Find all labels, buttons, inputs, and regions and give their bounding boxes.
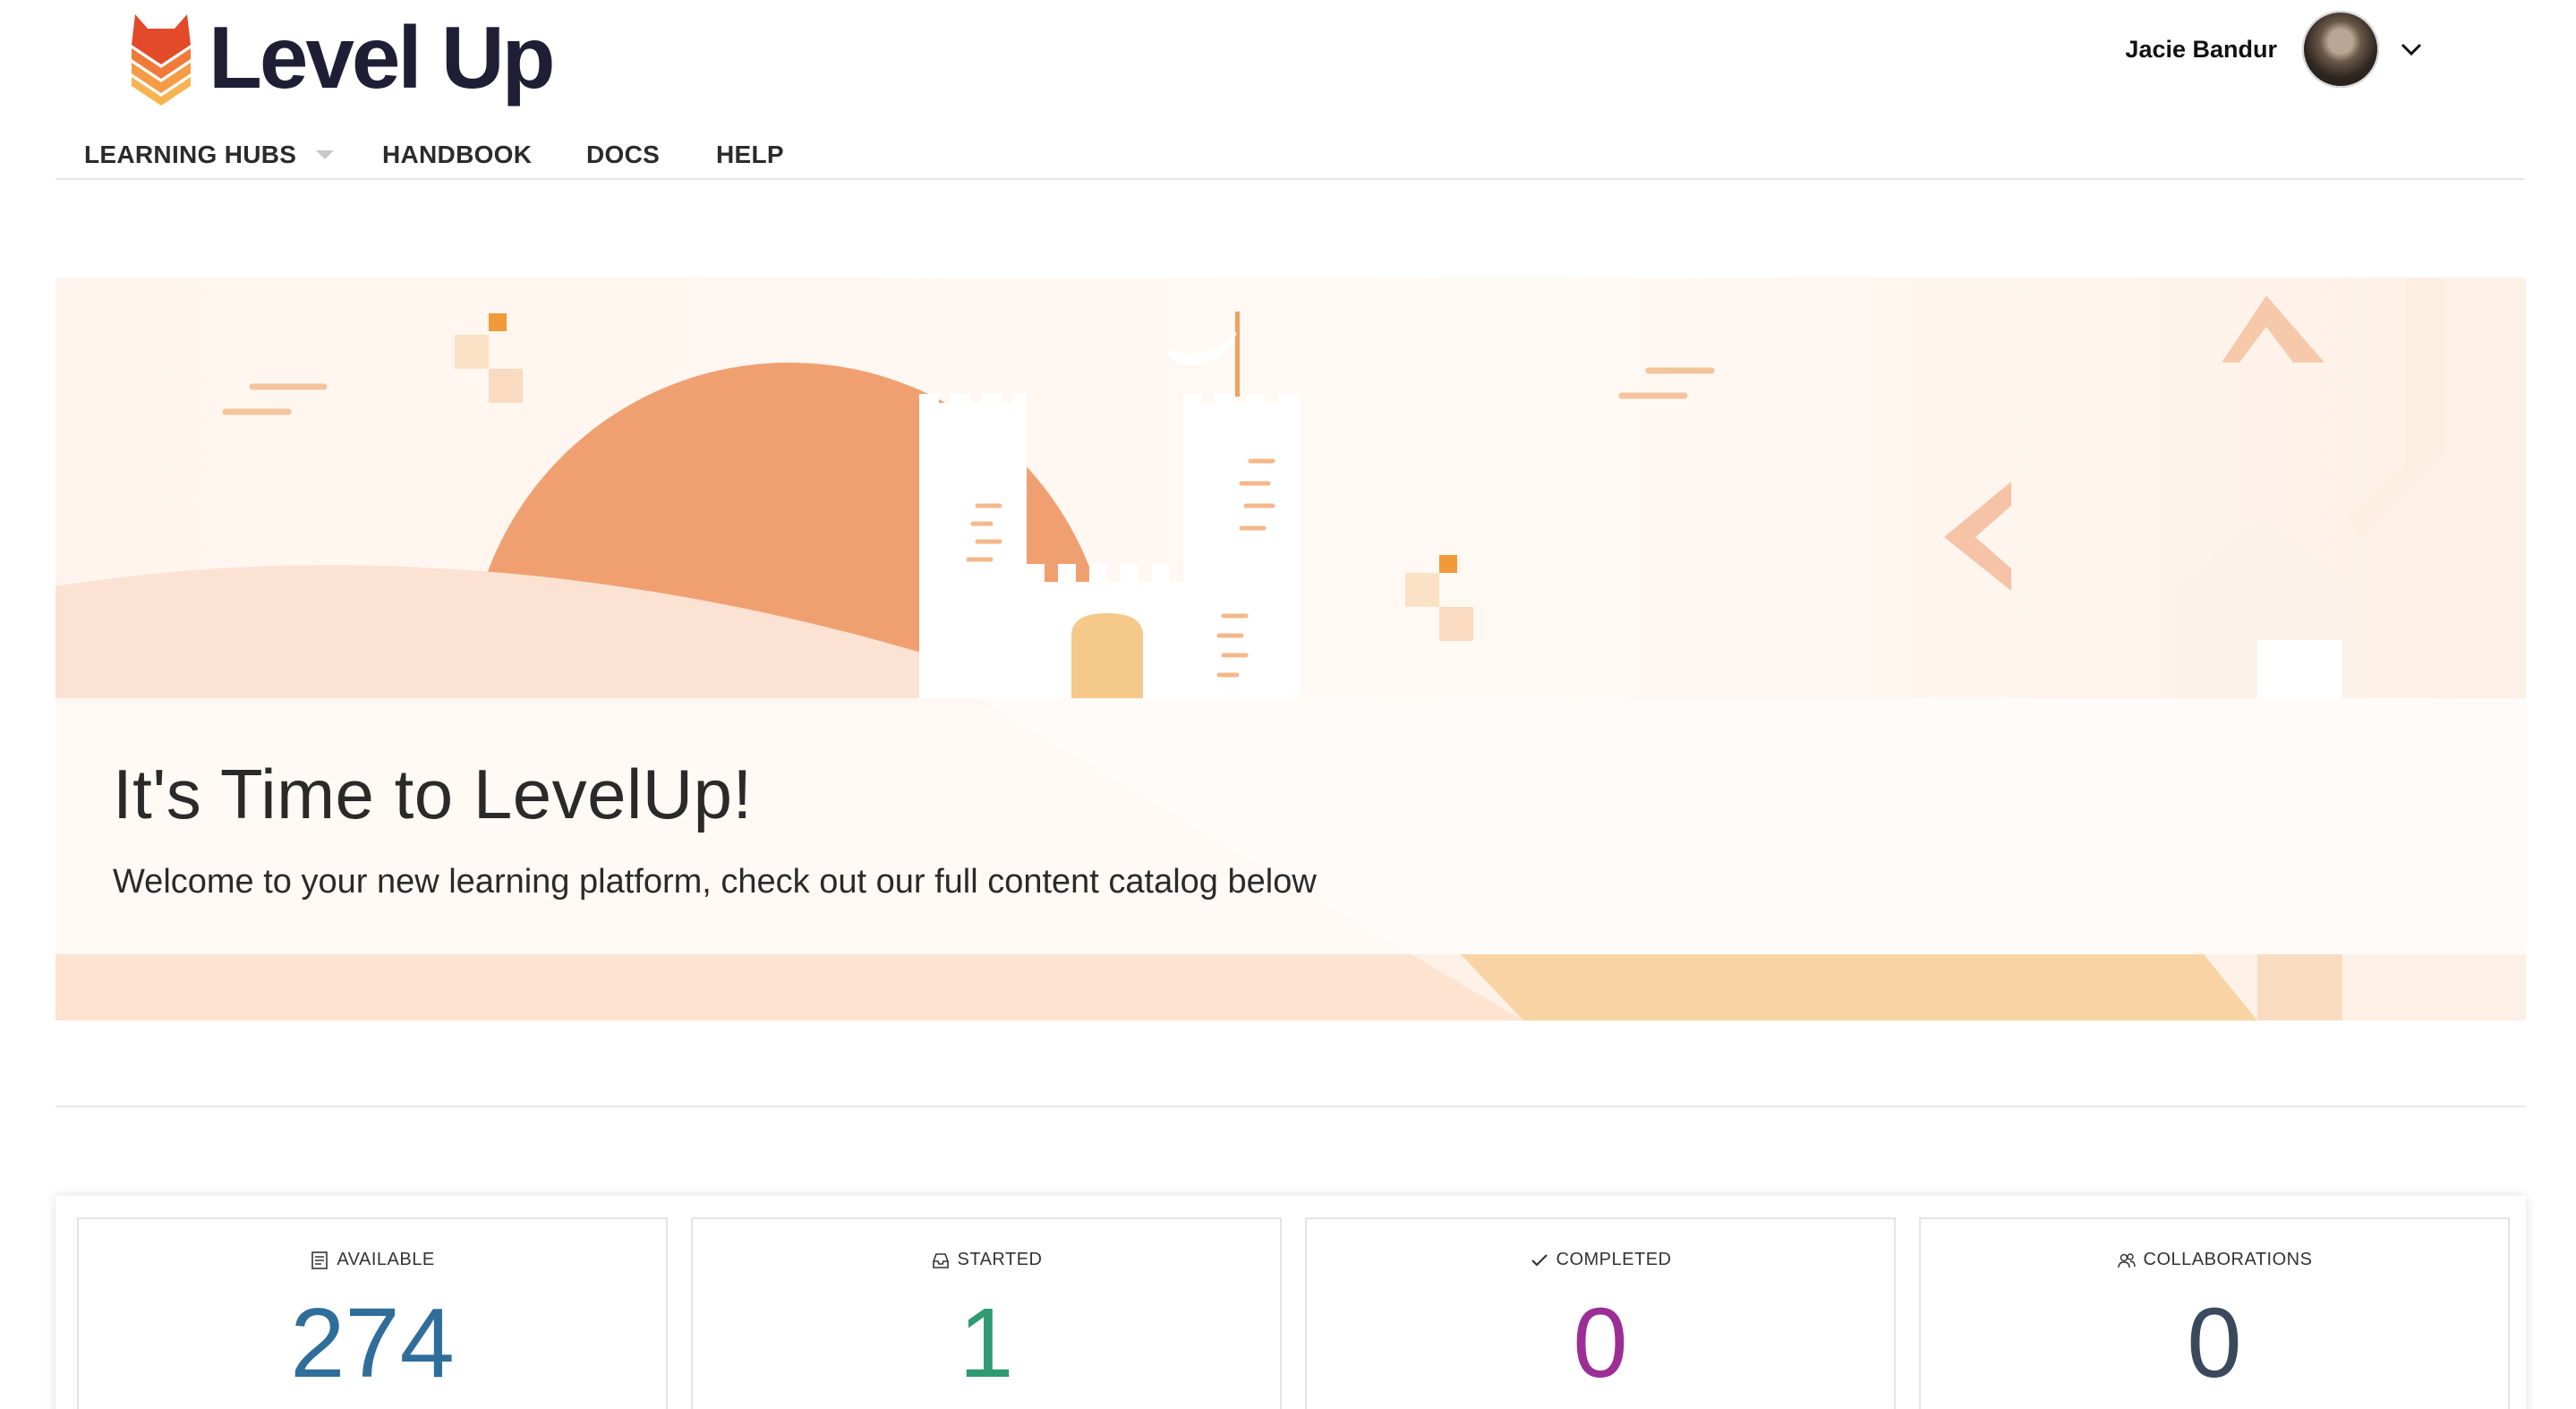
stat-label: AVAILABLE <box>337 1250 435 1269</box>
stat-label: COLLABORATIONS <box>2143 1250 2313 1269</box>
check-icon <box>1531 1253 1548 1267</box>
users-icon <box>2117 1252 2136 1268</box>
hero-banner: It's Time to LevelUp! Welcome to your ne… <box>55 278 2526 1020</box>
nav-handbook[interactable]: HANDBOOK <box>382 141 532 169</box>
logo[interactable]: Level Up <box>130 8 555 107</box>
chevron-down-icon[interactable] <box>2399 37 2424 62</box>
stat-label-row: COMPLETED <box>1307 1250 1894 1270</box>
nav-handbook-label: HANDBOOK <box>382 141 533 168</box>
user-name[interactable]: Jacie Bandur <box>2125 36 2277 64</box>
stat-label: STARTED <box>957 1250 1043 1269</box>
nav-help-label: HELP <box>716 141 784 168</box>
stat-value-collaborations: 0 <box>2187 1288 2242 1398</box>
user-menu[interactable]: Jacie Bandur <box>2125 11 2424 88</box>
hero-title: It's Time to LevelUp! <box>113 755 753 833</box>
catalog-icon <box>311 1251 328 1269</box>
caret-down-icon <box>316 150 335 159</box>
nav-learning-hubs-label: LEARNING HUBS <box>84 141 297 168</box>
stat-label-row: COLLABORATIONS <box>1921 1250 2508 1270</box>
nav-docs-label: DOCS <box>586 141 661 168</box>
main-nav: LEARNING HUBS HANDBOOK DOCS HELP <box>55 130 2524 180</box>
stat-label-row: AVAILABLE <box>79 1250 666 1270</box>
stat-value-available: 274 <box>290 1288 455 1398</box>
logo-text: Level Up <box>209 8 555 107</box>
stat-label: COMPLETED <box>1556 1250 1672 1269</box>
inbox-icon <box>932 1252 949 1268</box>
nav-learning-hubs[interactable]: LEARNING HUBS <box>84 141 335 169</box>
stat-card-started[interactable]: STARTED 1 <box>691 1217 1282 1409</box>
stat-card-completed[interactable]: COMPLETED 0 <box>1305 1217 1896 1409</box>
avatar[interactable] <box>2302 11 2379 88</box>
stat-label-row: STARTED <box>693 1250 1280 1270</box>
stat-card-available[interactable]: AVAILABLE 274 <box>77 1217 668 1409</box>
stat-value-completed: 0 <box>1573 1288 1628 1398</box>
nav-docs[interactable]: DOCS <box>586 141 660 169</box>
stat-card-collaborations[interactable]: COLLABORATIONS 0 <box>1919 1217 2510 1409</box>
hero-illustration <box>55 278 2526 1020</box>
hero-subtitle: Welcome to your new learning platform, c… <box>113 863 1317 901</box>
stats-panel: AVAILABLE 274 STARTED 1 COMPLETED 0 COLL… <box>55 1196 2526 1409</box>
section-divider <box>55 1106 2526 1107</box>
page: Level Up Jacie Bandur LEARNING HUBS HAND… <box>0 0 2576 1409</box>
nav-help[interactable]: HELP <box>716 141 784 169</box>
fox-logo-icon <box>132 14 191 106</box>
stat-value-started: 1 <box>959 1288 1014 1398</box>
